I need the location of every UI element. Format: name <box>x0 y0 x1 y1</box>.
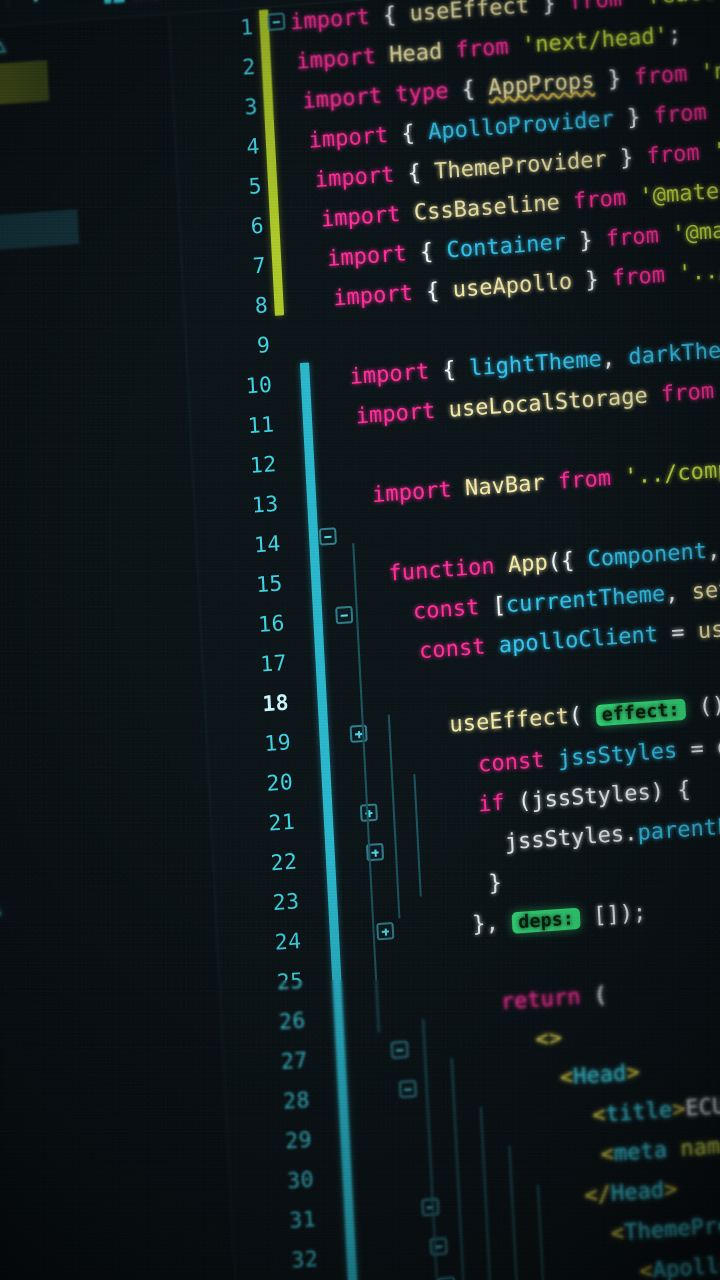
code-line-33: <ApolloProvider cl <box>638 1244 720 1280</box>
line-number: 13 <box>251 491 280 518</box>
inlay-effect-param: effect: <box>595 698 687 727</box>
line-number: 11 <box>247 412 276 439</box>
line-number: 26 <box>278 1007 307 1035</box>
line-number: 7 <box>252 253 267 279</box>
line-number: 12 <box>249 451 278 479</box>
code-line-23: } <box>487 870 503 897</box>
code-editor[interactable]: 1 2 3 4 5 6 7 8 9 10 11 12 13 14 15 16 1… <box>169 0 720 1280</box>
line-number: 23 <box>272 888 301 916</box>
line-number: 1 <box>239 14 255 41</box>
line-number: 10 <box>245 372 274 399</box>
code-line-32: <ThemeProvider theme <box>610 1207 720 1247</box>
line-number: 15 <box>255 570 284 598</box>
code-line-19: useEffect( effect: () => { <box>448 692 720 738</box>
project-item-label: es and Consoles <box>0 898 3 933</box>
line-number: 8 <box>254 292 269 319</box>
line-number: 25 <box>276 968 305 995</box>
line-number: 31 <box>288 1206 317 1234</box>
code-line-31: </Head> <box>583 1176 679 1209</box>
line-number: 3 <box>243 94 259 120</box>
code-line-28: <Head> <box>559 1059 641 1091</box>
line-number: 6 <box>250 213 265 239</box>
line-number: 28 <box>282 1087 311 1114</box>
line-number: 27 <box>280 1047 309 1075</box>
monitor-photo: index.ts × .env.local × _a <box>0 0 720 1280</box>
line-number: 2 <box>241 54 257 80</box>
code-line-10: import { lightTheme, darkTheme } from ' <box>348 336 720 391</box>
line-number: 22 <box>270 849 299 876</box>
line-number: 5 <box>247 173 263 200</box>
typescript-file-icon <box>104 0 125 4</box>
code-content[interactable]: import { useEffect } from 'react'; 8.23 … <box>267 0 720 1280</box>
line-number: 14 <box>253 531 282 558</box>
line-number: 24 <box>274 928 303 955</box>
project-item-library-root[interactable]: library root <box>0 60 50 120</box>
code-line-27: <> <box>534 1025 563 1053</box>
line-number: 19 <box>263 729 292 757</box>
line-number: 20 <box>265 769 294 796</box>
warning-triangle-icon: △ <box>0 34 7 56</box>
inlay-deps-param: deps: <box>511 907 581 934</box>
line-number: 29 <box>284 1127 313 1154</box>
code-line-21: if (jssStyles) { <box>477 776 692 818</box>
toolbar-divider <box>6 0 9 8</box>
project-node-scratches-and-consoles[interactable]: es and Consoles <box>0 890 3 943</box>
code-line-30: <meta name="viewport <box>600 1132 720 1168</box>
code-line-29: <title>ECU-DEV</titl <box>592 1084 720 1129</box>
toolbar-actions <box>0 0 88 22</box>
line-number: 21 <box>267 809 296 836</box>
project-item-selected-row[interactable] <box>0 209 80 265</box>
line-number: 30 <box>286 1166 315 1194</box>
line-number: 17 <box>259 650 288 677</box>
code-line-26: return ( <box>500 982 608 1016</box>
line-number: 16 <box>257 610 286 638</box>
tab-label: index.ts <box>132 0 211 5</box>
page-title-value: ECU-DEV <box>684 1089 720 1122</box>
code-line-24: }, deps: []); <box>471 899 648 938</box>
code-line-15: function App({ Component, pageProps } <box>387 537 720 587</box>
minimize-icon[interactable] <box>52 0 88 8</box>
line-number-current: 18 <box>227 690 290 719</box>
line-number: 32 <box>290 1246 319 1273</box>
ide-window: index.ts × .env.local × _a <box>0 0 720 1280</box>
more-options-icon[interactable] <box>17 0 53 10</box>
line-number: 4 <box>245 133 261 160</box>
line-number: 9 <box>256 332 271 358</box>
code-line-13: import NavBar from '../components/NavB <box>371 446 720 509</box>
